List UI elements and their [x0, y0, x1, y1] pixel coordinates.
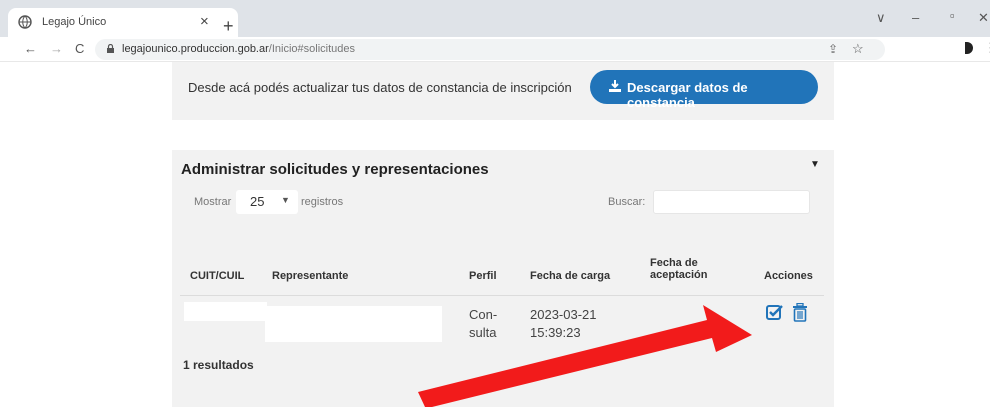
browser-toolbar: ← → C legajounico.produccion.gob.ar/Inic… — [0, 37, 990, 62]
table-header-divider — [180, 295, 824, 296]
representante-cell-redacted — [265, 306, 442, 342]
new-tab-button[interactable]: + — [223, 17, 234, 35]
trash-icon[interactable] — [792, 303, 808, 322]
page-size-value: 25 — [250, 194, 265, 209]
constancia-description: Desde acá podés actualizar tus datos de … — [188, 80, 572, 95]
column-header-fecha-aceptacion[interactable]: Fecha de aceptación — [650, 257, 707, 281]
column-header-cuit[interactable]: CUIT/CUIL — [190, 270, 244, 282]
column-header-fecha-carga[interactable]: Fecha de carga — [530, 270, 610, 282]
records-label: registros — [301, 196, 344, 208]
perfil-cell: Con- sulta — [469, 306, 497, 342]
minimize-button[interactable]: – — [912, 10, 919, 25]
solicitudes-panel: Administrar solicitudes y representacion… — [172, 150, 834, 407]
collapse-caret-icon[interactable]: ▼ — [810, 159, 820, 170]
fecha-carga-time: 15:39:23 — [530, 325, 581, 340]
forward-arrow-icon[interactable]: → — [50, 41, 63, 56]
url-path: /Inicio#solicitudes — [268, 43, 355, 55]
url-text: legajounico.produccion.gob.ar/Inicio#sol… — [122, 43, 355, 55]
show-entries-label: Mostrar — [194, 196, 232, 208]
table-row: Con- sulta 2023-03-21 15:39:23 — [172, 297, 832, 349]
restore-button[interactable]: ▫ — [950, 8, 955, 23]
cuit-cell-redacted — [184, 302, 267, 321]
bookmark-star-icon[interactable]: ☆ — [852, 41, 864, 57]
fecha-carga-date: 2023-03-21 — [530, 307, 597, 322]
address-bar[interactable]: legajounico.produccion.gob.ar/Inicio#sol… — [95, 39, 885, 60]
tab-title: Legajo Único — [42, 16, 107, 28]
fecha-aceptacion-line-1: Fecha de — [650, 257, 698, 269]
page-size-select[interactable]: 25 ▼ — [236, 190, 298, 214]
download-icon — [609, 80, 621, 92]
browser-tab[interactable]: Legajo Único × + — [8, 8, 238, 37]
lock-icon — [107, 44, 114, 53]
edit-check-icon[interactable] — [766, 304, 784, 321]
tab-close-icon[interactable]: × — [200, 13, 209, 30]
browser-menu-icon[interactable]: ⋮ — [984, 40, 990, 56]
column-header-perfil[interactable]: Perfil — [469, 270, 497, 282]
download-constancia-button[interactable]: Descargar datos de constancia — [590, 70, 818, 110]
window-close-button[interactable]: ✕ — [978, 10, 989, 26]
url-host: legajounico.produccion.gob.ar — [122, 43, 269, 55]
search-label: Buscar: — [608, 196, 646, 208]
fecha-aceptacion-line-2: aceptación — [650, 269, 708, 281]
results-count: 1 resultados — [183, 358, 254, 372]
perfil-line-2: sulta — [469, 325, 497, 340]
reload-icon[interactable]: C — [75, 41, 84, 56]
chevron-down-icon: ▼ — [281, 195, 290, 205]
fecha-carga-cell: 2023-03-21 15:39:23 — [530, 306, 597, 342]
column-header-representante[interactable]: Representante — [272, 270, 348, 282]
perfil-line-1: Con- — [469, 307, 498, 322]
extension-icon[interactable] — [965, 42, 973, 54]
tab-search-chevron-icon[interactable]: ∨ — [876, 10, 886, 26]
back-arrow-icon[interactable]: ← — [24, 41, 37, 56]
search-input[interactable] — [653, 190, 810, 214]
download-button-label: Descargar datos de constancia — [627, 80, 748, 110]
column-header-acciones: Acciones — [764, 270, 813, 282]
browser-tab-strip: Legajo Único × + ∨ – ▫ ✕ — [0, 0, 990, 37]
panel-title: Administrar solicitudes y representacion… — [181, 161, 489, 178]
globe-icon — [18, 15, 32, 29]
share-icon[interactable]: ⇪ — [828, 42, 838, 56]
constancia-panel: Desde acá podés actualizar tus datos de … — [172, 62, 834, 120]
